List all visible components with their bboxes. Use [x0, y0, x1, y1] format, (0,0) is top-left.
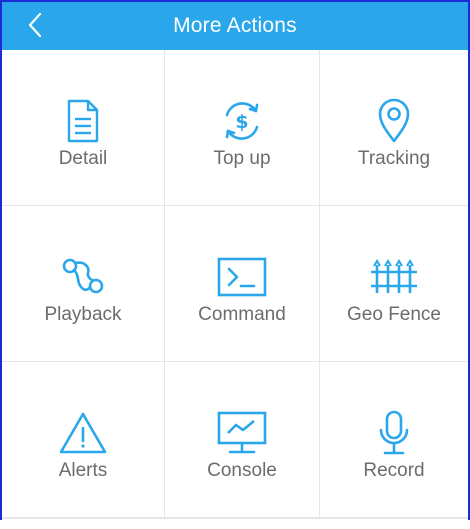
svg-text:$: $ — [235, 111, 248, 133]
monitor-chart-icon — [212, 408, 272, 458]
action-label: Detail — [58, 148, 108, 169]
action-tracking[interactable]: Tracking — [320, 50, 468, 206]
action-label: Console — [207, 460, 277, 481]
action-label: Record — [363, 460, 425, 481]
action-top-up[interactable]: $ Top up — [165, 50, 320, 206]
action-playback[interactable]: Playback — [2, 206, 165, 362]
actions-grid: Detail $ Top up Tracking Playback Comman… — [2, 50, 468, 518]
terminal-icon — [212, 252, 272, 302]
microphone-icon — [364, 408, 424, 458]
chevron-left-icon — [28, 12, 42, 38]
action-console[interactable]: Console — [165, 362, 320, 518]
action-label: Command — [198, 304, 286, 325]
location-pin-icon — [364, 96, 424, 146]
action-detail[interactable]: Detail — [2, 50, 165, 206]
action-label: Playback — [44, 304, 122, 325]
page-title: More Actions — [173, 14, 297, 37]
header-bar: More Actions — [2, 2, 468, 50]
action-label: Alerts — [58, 460, 108, 481]
action-command[interactable]: Command — [165, 206, 320, 362]
action-geo-fence[interactable]: Geo Fence — [320, 206, 468, 362]
route-icon — [53, 252, 113, 302]
action-record[interactable]: Record — [320, 362, 468, 518]
document-icon — [53, 96, 113, 146]
action-label: Geo Fence — [347, 304, 441, 325]
action-label: Top up — [213, 148, 271, 169]
warning-icon — [53, 408, 113, 458]
more-actions-screen: More Actions Detail $ Top up Tracking Pl… — [0, 0, 470, 520]
action-label: Tracking — [357, 148, 431, 169]
fence-icon — [364, 252, 424, 302]
back-button[interactable] — [20, 10, 50, 40]
dollar-refresh-icon: $ — [212, 96, 272, 146]
action-alerts[interactable]: Alerts — [2, 362, 165, 518]
